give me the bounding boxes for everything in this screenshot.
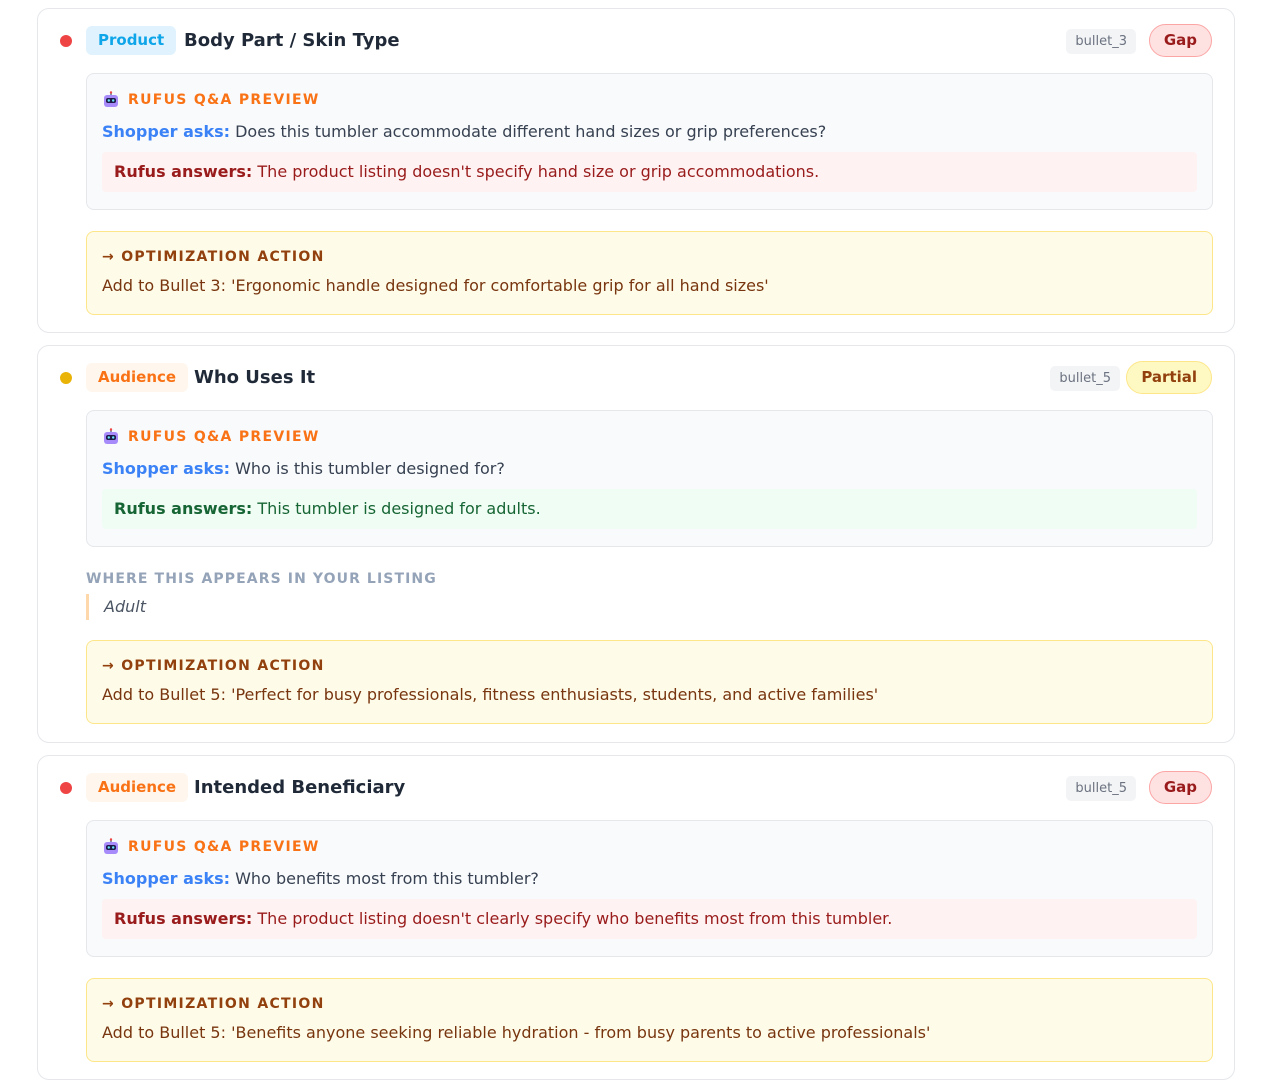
qa-preview: RUFUS Q&A PREVIEW Shopper asks: Does thi… — [86, 73, 1213, 210]
category-badge: Audience — [86, 363, 189, 392]
rufus-answer: Rufus answers: The product listing doesn… — [102, 152, 1197, 192]
question-text: Who benefits most from this tumbler? — [235, 869, 539, 888]
rufus-answer: Rufus answers: The product listing doesn… — [102, 899, 1197, 939]
qa-preview-header: RUFUS Q&A PREVIEW — [102, 836, 320, 858]
bullet-ref-tag: bullet_5 — [1066, 776, 1136, 801]
optimization-action-text: Add to Bullet 3: 'Ergonomic handle desig… — [102, 276, 769, 295]
category-badge: Audience — [86, 773, 189, 802]
listing-quote: Adult — [86, 594, 146, 620]
attribute-title: Body Part / Skin Type — [184, 30, 400, 51]
status-dot-gap — [60, 35, 72, 47]
status-badge: Partial — [1126, 361, 1212, 394]
card-header[interactable]: Product Body Part / Skin Type bullet_3 G… — [38, 9, 1234, 73]
robot-icon — [104, 91, 118, 107]
shopper-question: Shopper asks: Who is this tumbler design… — [102, 459, 505, 478]
bullet-ref-tag: bullet_3 — [1066, 29, 1136, 54]
shopper-asks-label: Shopper asks: — [102, 122, 231, 141]
qa-preview-label: RUFUS Q&A PREVIEW — [128, 92, 320, 108]
qa-preview-label: RUFUS Q&A PREVIEW — [128, 429, 320, 445]
optimization-action-text: Add to Bullet 5: 'Perfect for busy profe… — [102, 685, 879, 704]
rufus-answer: Rufus answers: This tumbler is designed … — [102, 489, 1197, 529]
rufus-answers-label: Rufus answers: — [114, 909, 253, 928]
qa-preview: RUFUS Q&A PREVIEW Shopper asks: Who bene… — [86, 820, 1213, 957]
rufus-answers-label: Rufus answers: — [114, 499, 253, 518]
status-badge: Gap — [1148, 771, 1212, 804]
robot-icon — [104, 428, 118, 444]
optimization-action: → OPTIMIZATION ACTION Add to Bullet 5: '… — [86, 640, 1213, 724]
card-header[interactable]: Audience Who Uses It bullet_5 Partial — [38, 346, 1234, 410]
answer-text: The product listing doesn't clearly spec… — [257, 909, 893, 928]
robot-icon — [104, 838, 118, 854]
card-header[interactable]: Audience Intended Beneficiary bullet_5 G… — [38, 756, 1234, 820]
optimization-action-label: → OPTIMIZATION ACTION — [102, 658, 325, 674]
status-dot-partial — [60, 372, 72, 384]
question-text: Does this tumbler accommodate different … — [235, 122, 827, 141]
question-text: Who is this tumbler designed for? — [235, 459, 505, 478]
attribute-card-body-part: Product Body Part / Skin Type bullet_3 G… — [37, 8, 1235, 333]
answer-text: The product listing doesn't specify hand… — [257, 162, 820, 181]
bullet-ref-tag: bullet_5 — [1050, 366, 1120, 391]
optimization-action-label: → OPTIMIZATION ACTION — [102, 249, 325, 265]
attribute-title: Who Uses It — [194, 367, 316, 388]
attribute-card-who-uses-it: Audience Who Uses It bullet_5 Partial RU… — [37, 345, 1235, 743]
rufus-answers-label: Rufus answers: — [114, 162, 253, 181]
attribute-card-intended-beneficiary: Audience Intended Beneficiary bullet_5 G… — [37, 755, 1235, 1080]
where-in-listing-label: WHERE THIS APPEARS IN YOUR LISTING — [86, 571, 437, 587]
qa-preview: RUFUS Q&A PREVIEW Shopper asks: Who is t… — [86, 410, 1213, 547]
qa-preview-header: RUFUS Q&A PREVIEW — [102, 89, 320, 111]
qa-preview-label: RUFUS Q&A PREVIEW — [128, 839, 320, 855]
shopper-question: Shopper asks: Who benefits most from thi… — [102, 869, 539, 888]
optimization-action-label: → OPTIMIZATION ACTION — [102, 996, 325, 1012]
attribute-title: Intended Beneficiary — [194, 777, 406, 798]
qa-preview-header: RUFUS Q&A PREVIEW — [102, 426, 320, 448]
optimization-action-text: Add to Bullet 5: 'Benefits anyone seekin… — [102, 1023, 931, 1042]
shopper-asks-label: Shopper asks: — [102, 869, 231, 888]
optimization-action: → OPTIMIZATION ACTION Add to Bullet 5: '… — [86, 978, 1213, 1062]
optimization-action: → OPTIMIZATION ACTION Add to Bullet 3: '… — [86, 231, 1213, 315]
status-dot-gap — [60, 782, 72, 794]
shopper-question: Shopper asks: Does this tumbler accommod… — [102, 122, 826, 141]
status-badge: Gap — [1148, 24, 1212, 57]
shopper-asks-label: Shopper asks: — [102, 459, 231, 478]
category-badge: Product — [86, 26, 177, 55]
answer-text: This tumbler is designed for adults. — [257, 499, 541, 518]
